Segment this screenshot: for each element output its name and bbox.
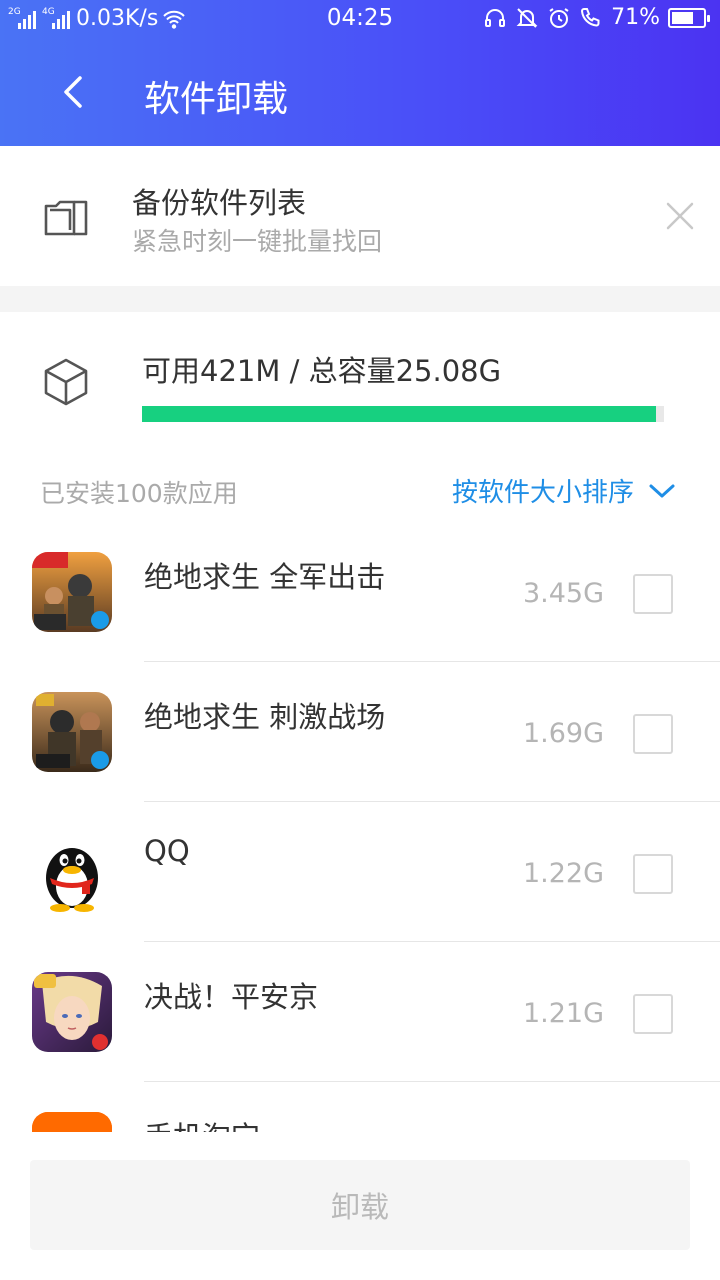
app-checkbox[interactable] [633,854,673,894]
app-checkbox[interactable] [633,994,673,1034]
app-list: 绝地求生 全军出击 3.45G 绝地求生 刺激战场 1.69G QQ 1.22G… [0,522,720,1132]
close-icon[interactable] [664,200,696,232]
app-size: 1.21G [522,998,604,1029]
onmyoji-arena-icon [32,972,112,1052]
uninstall-button[interactable]: 卸载 [30,1160,690,1250]
app-name: 手机淘宝 [144,1114,260,1132]
app-size: 1.69G [522,718,604,749]
list-item[interactable]: 绝地求生 全军出击 3.45G [0,522,720,662]
qq-penguin-icon [32,832,112,912]
box-storage-icon [44,358,88,406]
app-header: 2G 4G 0.03K/s 04:25 71% 软件卸载 [0,0,720,146]
app-name: 绝地求生 刺激战场 [144,700,386,734]
folder-icon [40,192,90,242]
pubg-full-army-icon [32,552,112,632]
backup-list-card[interactable] [0,146,720,286]
list-item[interactable]: 绝地求生 刺激战场 1.69G [0,662,720,802]
battery-level [672,11,694,24]
storage-bar-fill [142,406,656,422]
status-bar: 2G 4G 0.03K/s 04:25 71% [0,0,720,40]
section-divider [0,286,720,312]
battery-percent: 71% [611,5,660,30]
sort-dropdown[interactable]: 按软件大小排序 [452,472,676,509]
backup-subtitle: 紧急时刻一键批量找回 [132,227,383,256]
headset-icon [485,8,506,27]
backup-title[interactable]: 备份软件列表 [132,180,306,222]
alarm-icon [549,7,569,28]
storage-info: 可用421M / 总容量25.08G [142,354,502,388]
list-item[interactable]: QQ 1.22G [0,802,720,942]
taobao-icon [32,1112,112,1132]
hd-call-icon [581,7,600,27]
pubg-exciting-battlefield-icon [32,692,112,772]
installed-count: 已安装100款应用 [40,479,238,508]
app-size: 1.22G [522,858,604,889]
app-size: 3.45G [522,578,604,609]
app-name: 绝地求生 全军出击 [144,560,386,594]
storage-bar [142,406,664,422]
app-checkbox[interactable] [633,574,673,614]
page-title: 软件卸载 [144,79,289,120]
list-item[interactable]: 决战！平安京 1.21G [0,942,720,1082]
back-arrow-icon[interactable] [56,70,92,114]
app-name: 决战！平安京 [144,980,319,1014]
chevron-down-icon[interactable] [648,482,676,500]
app-name: QQ [144,834,190,868]
bell-off-icon [516,7,538,28]
list-item[interactable]: 手机淘宝 [0,1082,720,1132]
sort-label[interactable]: 按软件大小排序 [452,472,634,509]
battery-icon [668,7,710,28]
app-checkbox[interactable] [633,714,673,754]
status-right: 71% [483,5,710,30]
